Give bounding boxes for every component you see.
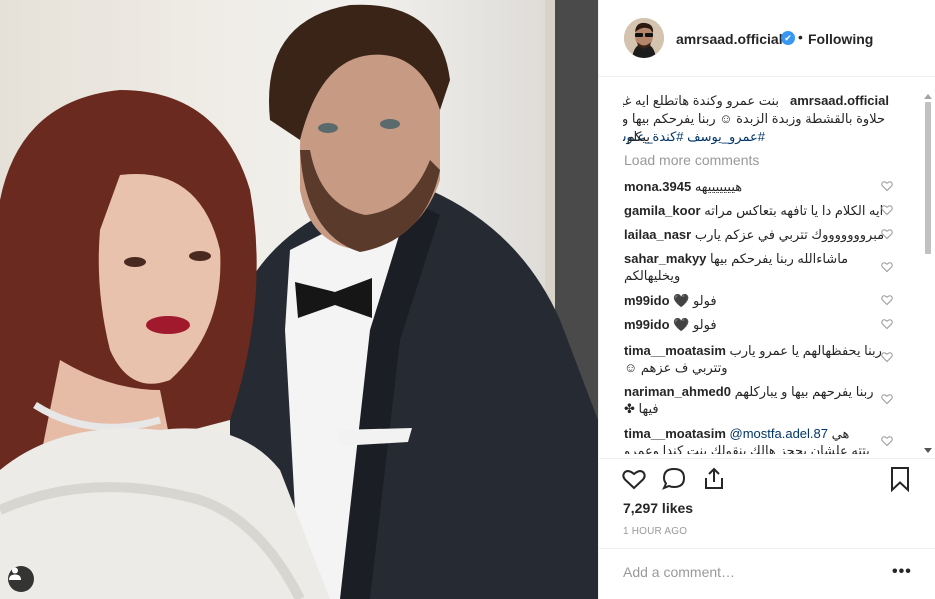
- avatar[interactable]: [624, 18, 664, 58]
- comments-scrollbar[interactable]: [923, 94, 933, 456]
- divider: [599, 458, 935, 459]
- caption-text-line-2: حلاوة بالقشطة وزبدة الزبدة ☺ ربنا يفرحكم…: [623, 111, 885, 126]
- avatar-image: [624, 18, 664, 58]
- separator-dot: •: [798, 29, 803, 45]
- comment-row: mona.3945 هيييييييهه: [624, 178, 914, 195]
- comment-like-heart-icon[interactable]: [881, 294, 893, 306]
- comment-like-heart-icon[interactable]: [881, 351, 893, 363]
- caption-username[interactable]: amrsaad.official: [790, 92, 889, 110]
- comment-text-continued: ويخليهالكم: [624, 268, 681, 283]
- comment-text: هي: [831, 426, 850, 441]
- post-author-username[interactable]: amrsaad.official: [676, 31, 783, 47]
- comment-like-heart-icon[interactable]: [881, 228, 893, 240]
- comment-row: tima__moatasim ربنا يحفظهالهم يا عمرو يا…: [624, 342, 914, 376]
- post-image[interactable]: [0, 0, 598, 599]
- comment-text: ربنا يحفظهالهم يا عمرو يارب: [729, 343, 882, 358]
- comment-row: nariman_ahmed0 ربنا يفرحهم بيها و يباركل…: [624, 383, 914, 417]
- comment-row: lailaa_nasr مبروووووووك تتربي في عزكم يا…: [624, 226, 914, 243]
- comment-text: ماشاءالله ربنا يفرحكم بيها: [710, 251, 849, 266]
- scroll-down-arrow-icon[interactable]: [924, 448, 932, 453]
- comment-text-continued: فيها ✤: [624, 401, 659, 416]
- add-comment-input[interactable]: Add a comment…: [623, 564, 735, 580]
- comment-username[interactable]: tima__moatasim: [624, 426, 726, 441]
- load-more-comments-button[interactable]: Load more comments: [624, 152, 759, 168]
- caption-text-line-3: بيكم: [626, 129, 650, 144]
- scroll-thumb[interactable]: [925, 102, 931, 254]
- bookmark-icon[interactable]: [889, 466, 911, 492]
- comment-mention[interactable]: @mostfa.adel.87: [730, 426, 828, 441]
- caption-text-line-1: بنت عمرو وكندة هاتطلع ايه غير: [623, 93, 779, 108]
- comment-like-heart-icon[interactable]: [881, 318, 893, 330]
- comment-text: ايه الكلام دا يا تافهه بتعاكس مراته: [704, 203, 884, 218]
- user-tag-icon: [9, 567, 21, 580]
- comment-icon[interactable]: [661, 466, 687, 492]
- comment-username[interactable]: m99ido: [624, 317, 670, 332]
- user-tag-button[interactable]: [8, 566, 34, 592]
- comment-username[interactable]: tima__moatasim: [624, 343, 726, 358]
- scroll-up-arrow-icon[interactable]: [924, 94, 932, 99]
- comment-row: sahar_makyy ماشاءالله ربنا يفرحكم بيها و…: [624, 250, 914, 284]
- comment-row: gamila_koor ايه الكلام دا يا تافهه بتعاك…: [624, 202, 914, 219]
- comment-like-heart-icon[interactable]: [881, 204, 893, 216]
- post-caption: amrsaad.official بنت عمرو وكندة هاتطلع ا…: [623, 90, 919, 146]
- comment-text-continued: بتته علشان يحجز هالك بنقولك بنت كندا وعم…: [624, 443, 870, 454]
- more-options-button[interactable]: •••: [892, 563, 912, 581]
- comment-row: m99ido فولو 🖤: [624, 316, 914, 333]
- comment-username[interactable]: mona.3945: [624, 179, 691, 194]
- comment-text-continued: وتتربي ف عزهم ☺: [624, 360, 728, 375]
- comment-text: ربنا يفرحهم بيها و يباركلهم: [734, 384, 874, 399]
- comment-row: m99ido فولو 🖤: [624, 292, 914, 309]
- comment-text: فولو 🖤: [673, 317, 717, 332]
- likes-count[interactable]: 7,297 likes: [623, 500, 693, 516]
- comments-list[interactable]: amrsaad.official بنت عمرو وكندة هاتطلع ا…: [623, 90, 919, 454]
- verified-badge-icon: ✔: [781, 31, 795, 45]
- following-button[interactable]: Following: [808, 31, 873, 47]
- comment-username[interactable]: lailaa_nasr: [624, 227, 691, 242]
- heart-icon[interactable]: [621, 466, 647, 492]
- comment-row: tima__moatasim @mostfa.adel.87 هي بتته ع…: [624, 425, 914, 454]
- post-header: amrsaad.official ✔ • Following: [599, 0, 935, 77]
- comment-username[interactable]: gamila_koor: [624, 203, 701, 218]
- divider: [599, 548, 935, 549]
- post-timestamp[interactable]: 1 HOUR AGO: [623, 526, 687, 537]
- comment-like-heart-icon[interactable]: [881, 180, 893, 192]
- comment-text: هيييييييهه: [694, 179, 743, 194]
- comment-text: فولو 🖤: [673, 293, 717, 308]
- comment-text: مبروووووووك تتربي في عزكم يارب: [694, 227, 885, 242]
- comment-username[interactable]: sahar_makyy: [624, 251, 706, 266]
- comment-like-heart-icon[interactable]: [881, 435, 893, 447]
- comment-like-heart-icon[interactable]: [881, 261, 893, 273]
- comment-username[interactable]: m99ido: [624, 293, 670, 308]
- post-side-panel: amrsaad.official ✔ • Following amrsaad.o…: [598, 0, 935, 599]
- comment-username[interactable]: nariman_ahmed0: [624, 384, 731, 399]
- post-actions: [621, 466, 921, 496]
- post-photo-illustration: [0, 0, 598, 599]
- share-icon[interactable]: [701, 466, 727, 492]
- comment-like-heart-icon[interactable]: [881, 393, 893, 405]
